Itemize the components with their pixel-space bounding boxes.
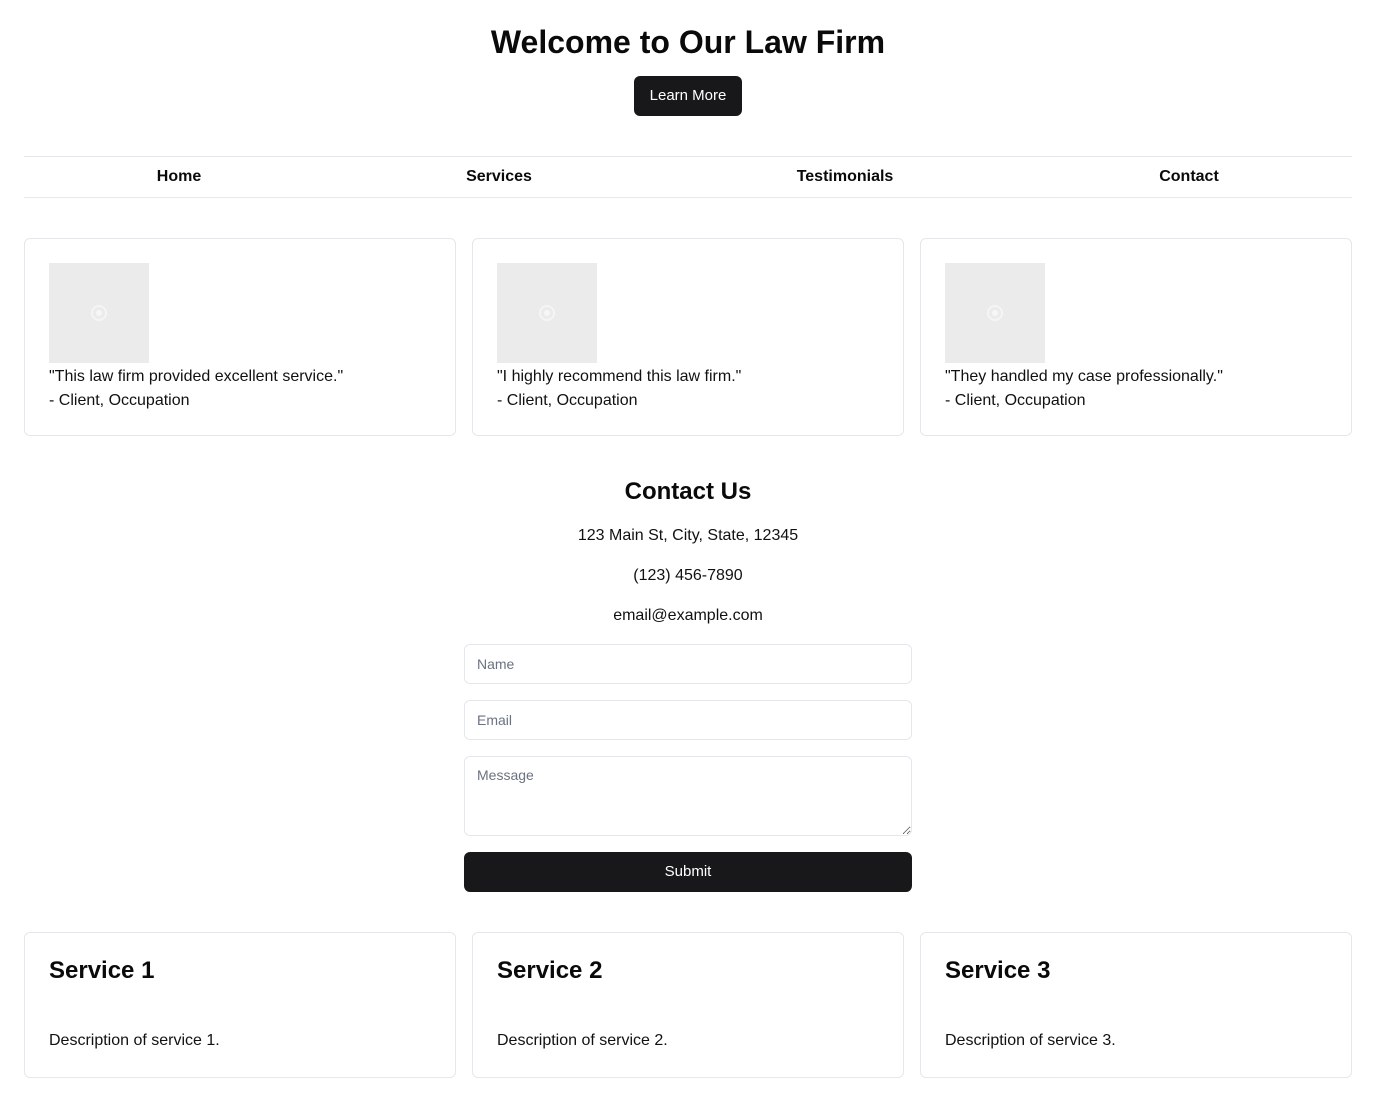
- main-nav: Home Services Testimonials Contact: [24, 156, 1352, 198]
- contact-address: 123 Main St, City, State, 12345: [577, 527, 799, 544]
- image-placeholder-icon: [497, 263, 597, 363]
- nav-item-testimonials[interactable]: Testimonials: [784, 157, 906, 197]
- service-title: Service 3: [945, 957, 1051, 984]
- testimonial-card: "This law firm provided excellent servic…: [24, 238, 456, 436]
- testimonial-quote: "I highly recommend this law firm.": [497, 368, 742, 385]
- hero-title: Welcome to Our Law Firm: [490, 24, 886, 60]
- contact-email: email@example.com: [613, 607, 763, 624]
- service-description: Description of service 2.: [497, 1032, 668, 1049]
- testimonial-author: - Client, Occupation: [497, 392, 638, 409]
- image-placeholder-icon: [945, 263, 1045, 363]
- testimonial-quote: "They handled my case professionally.": [945, 368, 1223, 385]
- service-title: Service 1: [49, 957, 155, 984]
- name-input[interactable]: [464, 644, 912, 684]
- service-title: Service 2: [497, 957, 603, 984]
- message-textarea[interactable]: [464, 756, 912, 836]
- service-card: Service 1 Description of service 1.: [24, 932, 456, 1078]
- nav-item-services[interactable]: Services: [454, 157, 544, 197]
- testimonial-author: - Client, Occupation: [49, 392, 190, 409]
- nav-item-contact[interactable]: Contact: [1144, 157, 1234, 197]
- testimonial-author: - Client, Occupation: [945, 392, 1086, 409]
- nav-item-home[interactable]: Home: [134, 157, 224, 197]
- service-card: Service 2 Description of service 2.: [472, 932, 904, 1078]
- service-description: Description of service 3.: [945, 1032, 1116, 1049]
- testimonial-quote: "This law firm provided excellent servic…: [49, 368, 344, 385]
- testimonial-card: "They handled my case professionally." -…: [920, 238, 1352, 436]
- contact-title: Contact Us: [624, 478, 752, 505]
- service-card: Service 3 Description of service 3.: [920, 932, 1352, 1078]
- image-placeholder-icon: [49, 263, 149, 363]
- learn-more-button[interactable]: Learn More: [634, 76, 742, 116]
- email-input[interactable]: [464, 700, 912, 740]
- service-description: Description of service 1.: [49, 1032, 220, 1049]
- contact-phone: (123) 456-7890: [633, 567, 743, 584]
- testimonial-card: "I highly recommend this law firm." - Cl…: [472, 238, 904, 436]
- submit-button[interactable]: Submit: [464, 852, 912, 892]
